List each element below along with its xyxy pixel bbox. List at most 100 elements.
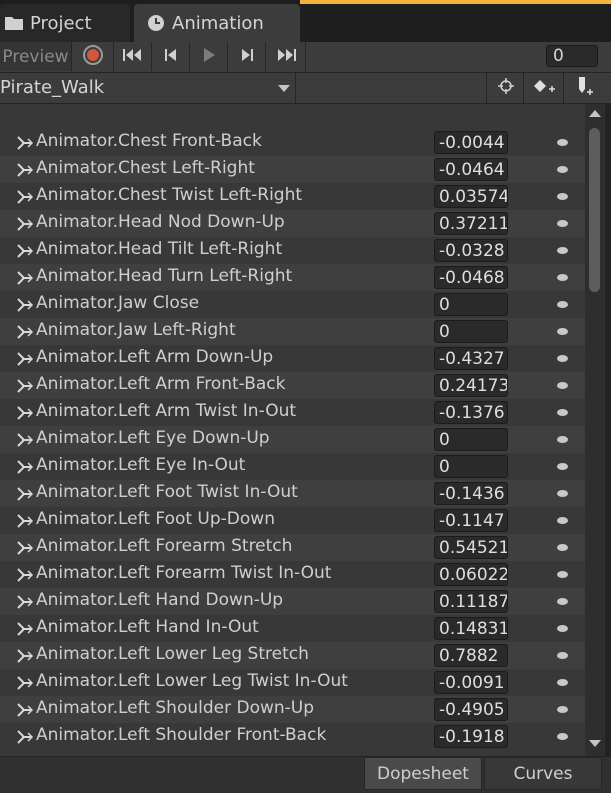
property-value-field[interactable]: 0.7882 xyxy=(434,644,508,667)
property-value-field[interactable]: -0.4905 xyxy=(434,698,508,721)
keyframe-dot-icon[interactable] xyxy=(557,220,568,227)
property-value-field[interactable]: 0.03574 xyxy=(434,185,508,208)
property-row[interactable]: Animator.Head Nod Down-Up 0.37211 xyxy=(0,210,585,237)
keyframe-dot-icon[interactable] xyxy=(557,679,568,686)
clip-selector[interactable]: Pirate_Walk xyxy=(0,73,296,103)
scroll-down-icon[interactable] xyxy=(589,740,601,747)
keyframe-dot-icon[interactable] xyxy=(557,463,568,470)
keyframe-dot-icon[interactable] xyxy=(557,301,568,308)
keyframe-dot-icon[interactable] xyxy=(557,733,568,740)
play-button[interactable] xyxy=(190,42,228,71)
tab-project[interactable]: Project xyxy=(0,4,130,42)
property-value-field[interactable]: -0.1918 xyxy=(434,725,508,748)
property-value-field[interactable]: 0.06022 xyxy=(434,563,508,586)
keyframe-dot-icon[interactable] xyxy=(557,625,568,632)
property-row[interactable]: Animator.Left Eye Down-Up 0 xyxy=(0,426,585,453)
keyframe-dot-icon[interactable] xyxy=(557,247,568,254)
add-event-button[interactable] xyxy=(563,73,604,103)
property-row[interactable]: Animator.Head Turn Left-Right -0.0468 xyxy=(0,264,585,291)
keyframe-dot-icon[interactable] xyxy=(557,274,568,281)
muscle-curve-icon xyxy=(16,162,34,178)
property-row[interactable]: Animator.Left Forearm Twist In-Out 0.0602… xyxy=(0,561,585,588)
property-row[interactable]: Animator.Left Lower Leg Stretch 0.7882 xyxy=(0,642,585,669)
property-label: Animator.Left Shoulder Front-Back xyxy=(36,725,327,745)
clip-bar: Pirate_Walk xyxy=(0,73,611,104)
keyframe-dot-icon[interactable] xyxy=(557,193,568,200)
muscle-curve-icon xyxy=(16,486,34,502)
property-row[interactable]: Animator.Left Forearm Stretch 0.54521 xyxy=(0,534,585,561)
keyframe-dot-icon[interactable] xyxy=(557,382,568,389)
filter-by-selection-button[interactable] xyxy=(486,73,524,103)
previous-keyframe-button[interactable] xyxy=(152,42,190,71)
property-value-field[interactable]: -0.0091 xyxy=(434,671,508,694)
property-value-field[interactable]: 0.54521 xyxy=(434,536,508,559)
last-key-icon xyxy=(275,47,297,66)
property-row[interactable]: Animator.Head Tilt Left-Right -0.0328 xyxy=(0,237,585,264)
keyframe-dot-icon[interactable] xyxy=(557,706,568,713)
property-row[interactable]: Animator.Left Arm Twist In-Out -0.1376 xyxy=(0,399,585,426)
tab-animation[interactable]: Animation xyxy=(134,4,300,42)
muscle-curve-icon xyxy=(16,675,34,691)
property-row[interactable]: Animator.Chest Left-Right -0.0464 xyxy=(0,156,585,183)
property-row[interactable]: Animator.Left Lower Leg Twist In-Out -0.0… xyxy=(0,669,585,696)
next-keyframe-button[interactable] xyxy=(228,42,266,71)
property-row[interactable]: Animator.Left Arm Front-Back 0.24173 xyxy=(0,372,585,399)
property-value-field[interactable]: 0.11187 xyxy=(434,590,508,613)
last-keyframe-button[interactable] xyxy=(266,42,306,71)
property-row[interactable]: Animator.Left Foot Up-Down -0.1147 xyxy=(0,507,585,534)
property-value-field[interactable]: 0.24173 xyxy=(434,374,508,397)
property-row[interactable]: Animator.Left Shoulder Front-Back -0.1918 xyxy=(0,723,585,750)
property-value-field[interactable]: -0.1436 xyxy=(434,482,508,505)
tab-dopesheet[interactable]: Dopesheet xyxy=(364,757,482,790)
record-button[interactable] xyxy=(72,42,114,71)
tab-curves[interactable]: Curves xyxy=(484,757,602,790)
keyframe-dot-icon[interactable] xyxy=(557,355,568,362)
first-keyframe-button[interactable] xyxy=(114,42,152,71)
add-keyframe-button[interactable] xyxy=(523,73,564,103)
property-row[interactable]: Animator.Left Hand In-Out 0.14831 xyxy=(0,615,585,642)
keyframe-dot-icon[interactable] xyxy=(557,436,568,443)
property-row[interactable]: Animator.Left Foot Twist In-Out -0.1436 xyxy=(0,480,585,507)
keyframe-dot-icon[interactable] xyxy=(557,571,568,578)
keyframe-dot-icon[interactable] xyxy=(557,139,568,146)
keyframe-dot-icon[interactable] xyxy=(557,490,568,497)
keyframe-dot-icon[interactable] xyxy=(557,409,568,416)
keyframe-dot-icon[interactable] xyxy=(557,517,568,524)
muscle-curve-icon xyxy=(16,216,34,232)
add-event-icon xyxy=(573,75,595,101)
property-label: Animator.Left Lower Leg Stretch xyxy=(36,644,309,664)
tab-project-label: Project xyxy=(30,12,92,34)
property-row[interactable]: Animator.Left Hand Down-Up 0.11187 xyxy=(0,588,585,615)
property-value-field[interactable]: 0.37211 xyxy=(434,212,508,235)
property-row[interactable]: Animator.Jaw Close 0 xyxy=(0,291,585,318)
preview-button[interactable]: Preview xyxy=(0,42,72,71)
property-row[interactable]: Animator.Left Eye In-Out 0 xyxy=(0,453,585,480)
property-value-field[interactable]: 0 xyxy=(434,320,508,343)
property-value-field[interactable]: -0.0468 xyxy=(434,266,508,289)
keyframe-dot-icon[interactable] xyxy=(557,544,568,551)
keyframe-dot-icon[interactable] xyxy=(557,328,568,335)
keyframe-dot-icon[interactable] xyxy=(557,166,568,173)
property-row[interactable]: Animator.Left Shoulder Down-Up -0.4905 xyxy=(0,696,585,723)
property-value-field[interactable]: -0.0328 xyxy=(434,239,508,262)
property-value-field[interactable]: 0 xyxy=(434,293,508,316)
property-row[interactable]: Animator.Chest Front-Back -0.0044 xyxy=(0,129,585,156)
scroll-thumb[interactable] xyxy=(589,128,600,292)
property-row[interactable]: Animator.Left Arm Down-Up -0.4327 xyxy=(0,345,585,372)
keyframe-dot-icon[interactable] xyxy=(557,652,568,659)
property-value-field[interactable]: 0 xyxy=(434,428,508,451)
keyframe-dot-icon[interactable] xyxy=(557,598,568,605)
property-value-field[interactable]: -0.4327 xyxy=(434,347,508,370)
property-value-field[interactable]: -0.0464 xyxy=(434,158,508,181)
property-value-field[interactable]: -0.0044 xyxy=(434,131,508,154)
scroll-up-icon[interactable] xyxy=(589,110,601,117)
property-row[interactable]: Animator.Jaw Left-Right 0 xyxy=(0,318,585,345)
frame-field[interactable]: 0 xyxy=(546,45,598,67)
property-value-field[interactable]: 0 xyxy=(434,455,508,478)
folder-icon xyxy=(4,14,24,32)
property-value-field[interactable]: -0.1147 xyxy=(434,509,508,532)
property-value-field[interactable]: 0.14831 xyxy=(434,617,508,640)
property-row[interactable]: Animator.Chest Twist Left-Right 0.03574 xyxy=(0,183,585,210)
vertical-scrollbar[interactable] xyxy=(585,104,605,756)
property-value-field[interactable]: -0.1376 xyxy=(434,401,508,424)
